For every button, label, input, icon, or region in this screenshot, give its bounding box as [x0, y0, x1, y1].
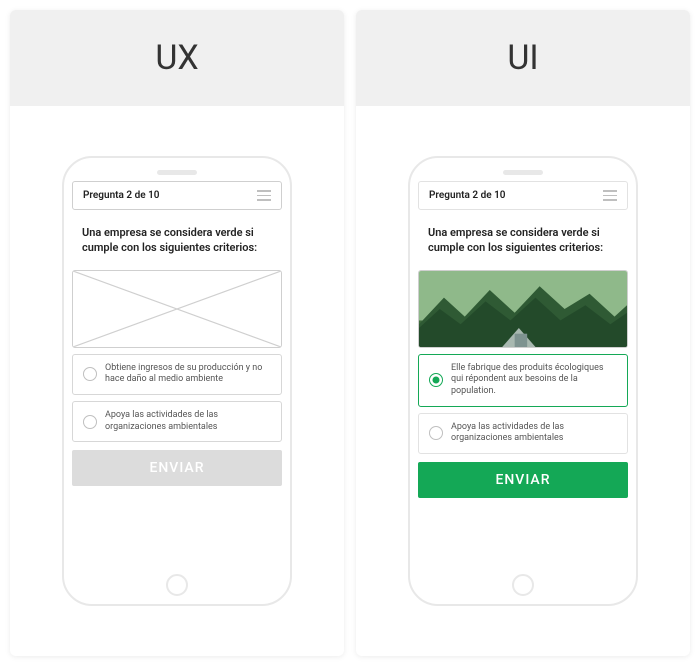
topbar: Pregunta 2 de 10: [418, 181, 628, 210]
option-2-label: Apoya las actividades de las organizacio…: [451, 422, 617, 445]
option-1[interactable]: Elle fabrique des produits écologiques q…: [418, 354, 628, 407]
ux-header: UX: [10, 10, 344, 106]
question-text: Una empresa se considera verde si cumple…: [72, 216, 282, 264]
question-text: Una empresa se considera verde si cumple…: [418, 216, 628, 264]
phone-speaker: [503, 170, 543, 175]
option-2-label: Apoya las actividades de las organizacio…: [105, 410, 271, 433]
ux-column: UX Pregunta 2 de 10 Una empresa se consi…: [10, 10, 344, 656]
option-1-label: Elle fabrique des produits écologiques q…: [451, 363, 617, 398]
option-1[interactable]: Obtiene ingresos de su producción y no h…: [72, 354, 282, 395]
radio-icon: [83, 415, 97, 429]
image-placeholder: [72, 270, 282, 348]
option-1-label: Obtiene ingresos de su producción y no h…: [105, 363, 271, 386]
menu-icon[interactable]: [603, 190, 617, 201]
phone-mockup: Pregunta 2 de 10 Una empresa se consider…: [62, 156, 292, 606]
home-button-icon: [512, 574, 534, 596]
phone-screen: Pregunta 2 de 10 Una empresa se consider…: [418, 181, 628, 568]
submit-label: ENVIAR: [495, 472, 550, 488]
radio-icon: [429, 426, 443, 440]
progress-label: Pregunta 2 de 10: [83, 190, 160, 201]
ui-body: Pregunta 2 de 10 Una empresa se consider…: [356, 106, 690, 656]
submit-button[interactable]: ENVIAR: [72, 450, 282, 486]
topbar: Pregunta 2 de 10: [72, 181, 282, 210]
option-2[interactable]: Apoya las actividades de las organizacio…: [72, 401, 282, 442]
ux-body: Pregunta 2 de 10 Una empresa se consider…: [10, 106, 344, 656]
radio-icon: [429, 373, 443, 387]
radio-icon: [83, 367, 97, 381]
question-image: [418, 270, 628, 348]
submit-label: ENVIAR: [149, 460, 204, 476]
submit-button[interactable]: ENVIAR: [418, 462, 628, 498]
ui-header: UI: [356, 10, 690, 106]
phone-speaker: [157, 170, 197, 175]
home-button-icon: [166, 574, 188, 596]
progress-label: Pregunta 2 de 10: [429, 190, 506, 201]
menu-icon[interactable]: [257, 190, 271, 201]
ui-column: UI Pregunta 2 de 10 Una empresa se consi…: [356, 10, 690, 656]
ui-title: UI: [507, 38, 538, 78]
ux-title: UX: [155, 38, 198, 78]
phone-screen: Pregunta 2 de 10 Una empresa se consider…: [72, 181, 282, 568]
option-2[interactable]: Apoya las actividades de las organizacio…: [418, 413, 628, 454]
phone-mockup: Pregunta 2 de 10 Una empresa se consider…: [408, 156, 638, 606]
